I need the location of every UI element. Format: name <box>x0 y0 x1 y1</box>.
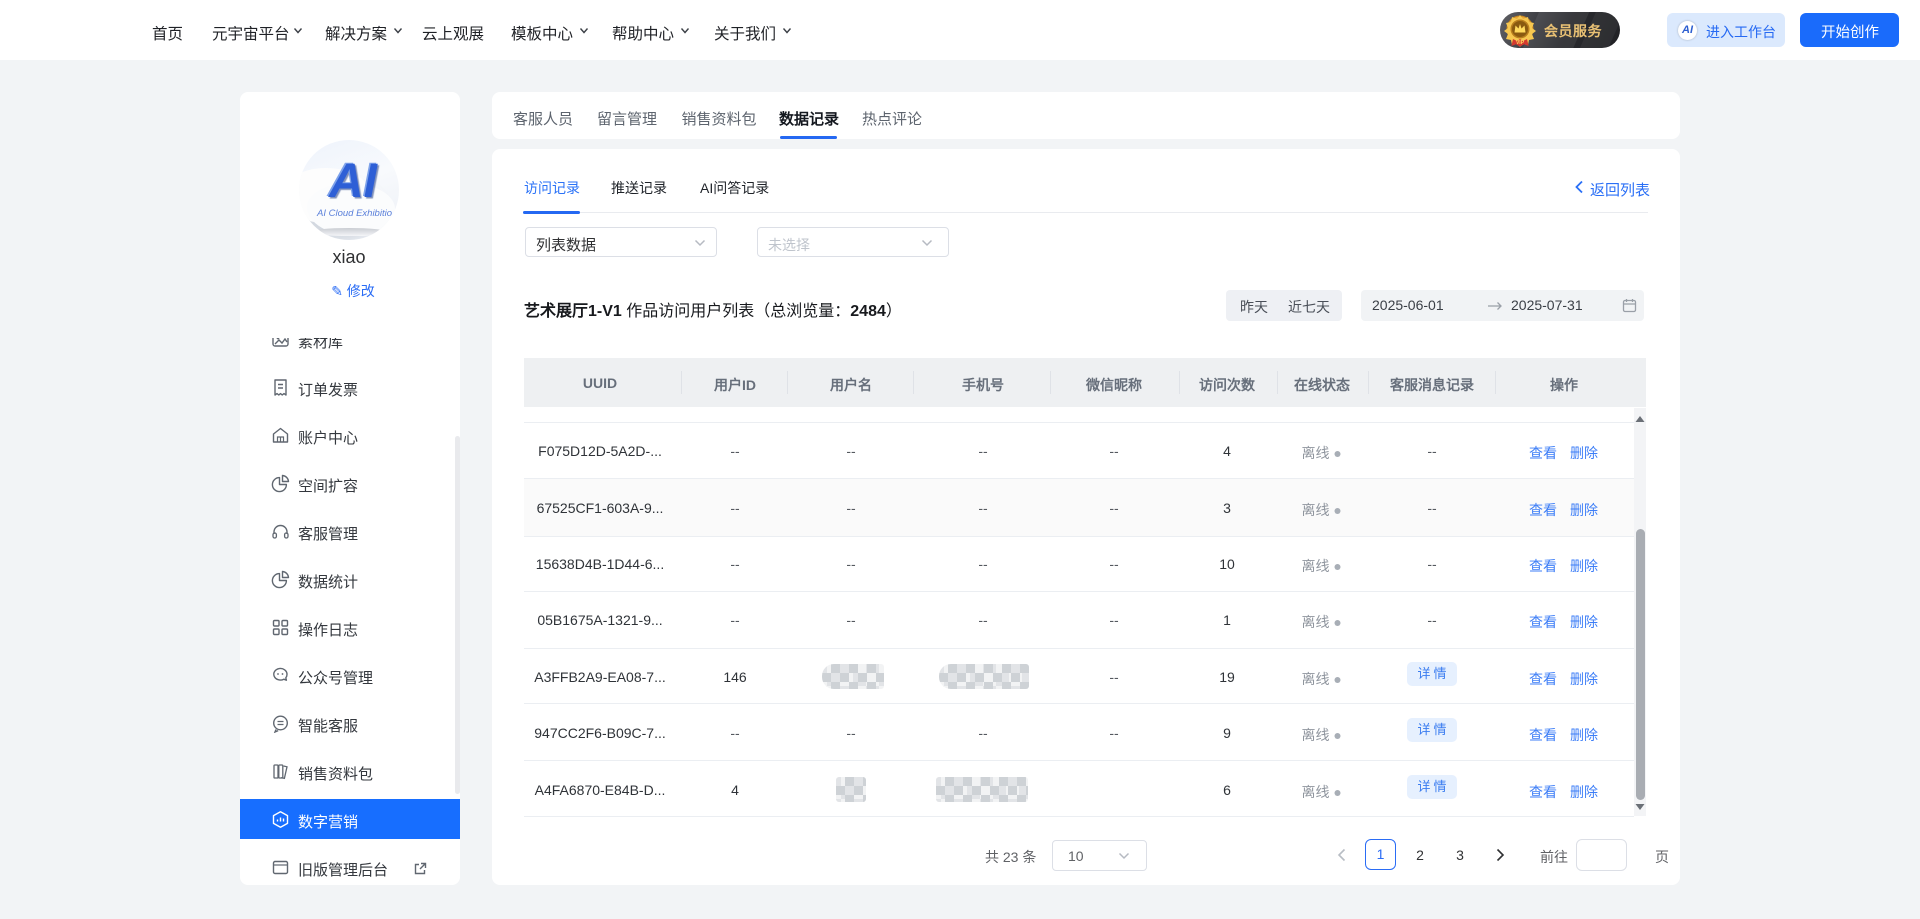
svg-text:VIP: VIP <box>1516 40 1525 46</box>
